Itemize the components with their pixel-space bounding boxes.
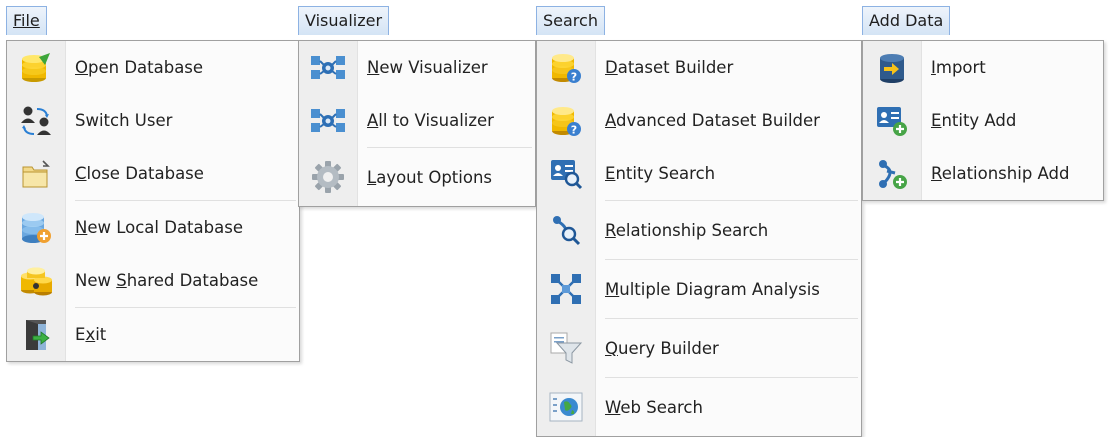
menu-item-exit[interactable]: Exit	[7, 308, 299, 361]
menu-item-all-to-visualizer[interactable]: All to Visualizer	[299, 94, 535, 147]
switch-user-icon	[7, 94, 65, 147]
menu-item-label: Import	[931, 58, 986, 77]
close-database-icon	[7, 147, 65, 200]
menu-item-label: Web Search	[605, 397, 703, 417]
add-data-menu: Add Data Import Entity Add Relationship …	[862, 6, 1104, 201]
menu-item-label: Multiple Diagram Analysis	[605, 279, 820, 299]
multiple-diagram-icon	[537, 260, 595, 318]
menu-item-new-visualizer[interactable]: New Visualizer	[299, 41, 535, 94]
svg-text:?: ?	[571, 123, 577, 136]
search-title-label: Search	[543, 11, 598, 30]
menu-item-label: Close Database	[75, 164, 204, 183]
add-data-title-label: Add Data	[869, 11, 944, 30]
menu-item-label: New Local Database	[75, 218, 243, 237]
menu-item-switch-user[interactable]: Switch User	[7, 94, 299, 147]
visualizer-title-label: Visualizer	[305, 11, 383, 30]
menu-item-entity-search[interactable]: Entity Search	[537, 147, 861, 200]
entity-search-icon	[537, 147, 595, 200]
dataset-builder-icon: ?	[537, 41, 595, 94]
menu-title-add-data[interactable]: Add Data	[862, 6, 951, 35]
menu-item-open-database[interactable]: Open Database	[7, 41, 299, 94]
menu-item-label: Entity Add	[931, 111, 1017, 130]
menu-item-label: Entity Search	[605, 164, 716, 183]
relationship-add-icon	[863, 147, 921, 200]
advanced-dataset-builder-icon: ?	[537, 94, 595, 147]
menu-item-label: Switch User	[75, 111, 173, 130]
menu-item-import[interactable]: Import	[863, 41, 1103, 94]
new-visualizer-icon	[299, 41, 357, 94]
new-local-database-icon	[7, 201, 65, 254]
open-database-icon	[7, 41, 65, 94]
entity-add-icon	[863, 94, 921, 147]
file-menu: File Open Database Switch User Close Dat…	[6, 6, 300, 362]
menu-item-new-local-database[interactable]: New Local Database	[7, 201, 299, 254]
menu-item-label: Open Database	[75, 58, 204, 77]
file-title-label: File	[13, 11, 40, 30]
all-to-visualizer-icon	[299, 94, 357, 147]
menu-title-visualizer[interactable]: Visualizer	[298, 6, 390, 35]
menu-title-file[interactable]: File	[6, 6, 47, 35]
menu-item-multiple-diagram-analysis[interactable]: Multiple Diagram Analysis	[537, 260, 861, 318]
menu-item-label: New Shared Database	[75, 271, 259, 290]
menu-item-web-search[interactable]: Web Search	[537, 378, 861, 436]
svg-text:?: ?	[571, 70, 577, 83]
add-data-menu-panel: Import Entity Add Relationship Add	[862, 40, 1104, 201]
gear-icon	[299, 148, 357, 206]
menu-item-label: Query Builder	[605, 338, 719, 358]
file-menu-panel: Open Database Switch User Close Database…	[6, 40, 300, 362]
menu-title-search[interactable]: Search	[536, 6, 605, 35]
menu-item-dataset-builder[interactable]: ? Dataset Builder	[537, 41, 861, 94]
globe-icon	[537, 378, 595, 436]
search-menu: Search ? Dataset Builder ? Advanced Data…	[536, 6, 862, 437]
menu-item-layout-options[interactable]: Layout Options	[299, 148, 535, 206]
menu-item-close-database[interactable]: Close Database	[7, 147, 299, 200]
menu-item-label: Advanced Dataset Builder	[605, 111, 820, 130]
menu-item-label: Relationship Search	[605, 220, 769, 240]
import-icon	[863, 41, 921, 94]
new-shared-database-icon	[7, 254, 65, 307]
menu-item-query-builder[interactable]: Query Builder	[537, 319, 861, 377]
visualizer-menu: Visualizer New Visualizer All to Visuali…	[298, 6, 536, 207]
menu-item-label: Layout Options	[367, 167, 493, 187]
menu-item-relationship-add[interactable]: Relationship Add	[863, 147, 1103, 200]
menu-item-relationship-search[interactable]: Relationship Search	[537, 201, 861, 259]
search-menu-panel: ? Dataset Builder ? Advanced Dataset Bui…	[536, 40, 862, 437]
menu-item-advanced-dataset-builder[interactable]: ? Advanced Dataset Builder	[537, 94, 861, 147]
menu-item-entity-add[interactable]: Entity Add	[863, 94, 1103, 147]
menu-item-label: Exit	[75, 325, 107, 344]
exit-icon	[7, 308, 65, 361]
menu-item-new-shared-database[interactable]: New Shared Database	[7, 254, 299, 307]
menu-item-label: New Visualizer	[367, 58, 488, 77]
menu-item-label: Relationship Add	[931, 164, 1070, 183]
funnel-icon	[537, 319, 595, 377]
relationship-search-icon	[537, 201, 595, 259]
visualizer-menu-panel: New Visualizer All to Visualizer Layout …	[298, 40, 536, 207]
menu-item-label: All to Visualizer	[367, 111, 494, 130]
menu-item-label: Dataset Builder	[605, 58, 734, 77]
